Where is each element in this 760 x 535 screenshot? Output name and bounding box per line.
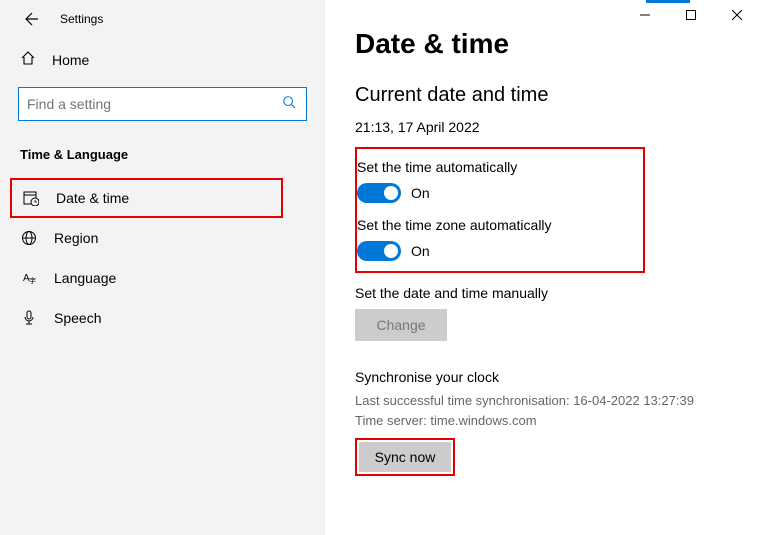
auto-time-label: Set the time automatically xyxy=(357,159,631,175)
window-controls xyxy=(622,0,760,30)
sidebar: Settings Home Time & Language Date & tim… xyxy=(0,0,325,535)
home-label: Home xyxy=(52,52,89,68)
svg-text:字: 字 xyxy=(29,276,36,285)
app-title: Settings xyxy=(60,12,103,26)
auto-time-state: On xyxy=(411,185,430,201)
sync-now-button[interactable]: Sync now xyxy=(359,442,451,472)
titlebar: Settings xyxy=(0,0,325,38)
calendar-clock-icon xyxy=(22,190,40,206)
close-button[interactable] xyxy=(714,0,760,30)
main-content: Date & time Current date and time 21:13,… xyxy=(325,0,760,535)
sync-button-highlight: Sync now xyxy=(355,438,455,476)
sidebar-item-label: Speech xyxy=(54,310,101,326)
home-icon xyxy=(20,50,36,69)
sidebar-item-datetime[interactable]: Date & time xyxy=(10,178,283,218)
language-icon: A字 xyxy=(20,270,38,286)
auto-tz-toggle[interactable] xyxy=(357,241,401,261)
sidebar-item-label: Date & time xyxy=(56,190,129,206)
globe-icon xyxy=(20,230,38,246)
category-label: Time & Language xyxy=(0,139,325,178)
back-button[interactable] xyxy=(20,9,40,29)
page-title: Date & time xyxy=(355,28,730,60)
microphone-icon xyxy=(20,310,38,326)
auto-time-toggle[interactable] xyxy=(357,183,401,203)
current-datetime: 21:13, 17 April 2022 xyxy=(355,119,730,135)
sync-last-info: Last successful time synchronisation: 16… xyxy=(355,391,730,411)
section-subtitle: Current date and time xyxy=(355,84,730,107)
search-box[interactable] xyxy=(18,87,307,121)
search-input[interactable] xyxy=(27,96,282,112)
search-icon xyxy=(282,95,296,114)
minimize-button[interactable] xyxy=(622,0,668,30)
auto-tz-state: On xyxy=(411,243,430,259)
maximize-button[interactable] xyxy=(668,0,714,30)
auto-tz-label: Set the time zone automatically xyxy=(357,217,631,233)
change-button: Change xyxy=(355,309,447,341)
auto-settings-highlight: Set the time automatically On Set the ti… xyxy=(355,147,645,273)
sidebar-item-label: Region xyxy=(54,230,98,246)
sync-server-info: Time server: time.windows.com xyxy=(355,411,730,431)
sidebar-item-label: Language xyxy=(54,270,116,286)
sidebar-item-region[interactable]: Region xyxy=(0,218,325,258)
sidebar-item-home[interactable]: Home xyxy=(0,38,325,81)
sync-heading: Synchronise your clock xyxy=(355,369,730,385)
sidebar-item-language[interactable]: A字 Language xyxy=(0,258,325,298)
manual-label: Set the date and time manually xyxy=(355,285,730,301)
sidebar-item-speech[interactable]: Speech xyxy=(0,298,325,338)
